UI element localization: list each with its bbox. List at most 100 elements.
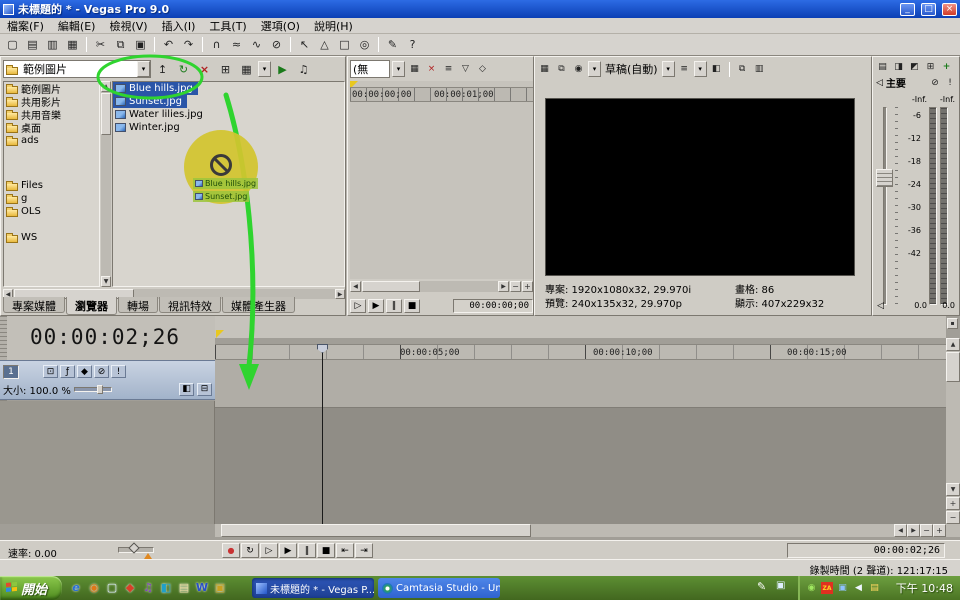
views-icon[interactable]: ▦ bbox=[237, 61, 256, 78]
open-icon[interactable]: ▤ bbox=[23, 36, 42, 53]
remove-media-icon[interactable]: × bbox=[424, 62, 439, 76]
whats-this-help-icon[interactable]: ? bbox=[403, 36, 422, 53]
track-motion-icon[interactable]: ⊡ bbox=[43, 365, 58, 378]
scroll-left-icon[interactable]: ◀ bbox=[350, 281, 361, 292]
sort-icon[interactable]: ≡ bbox=[441, 62, 456, 76]
delete-icon[interactable]: × bbox=[195, 61, 214, 78]
current-time-display[interactable]: 00:00:02;26 bbox=[30, 325, 180, 349]
enable-snapping-icon[interactable]: ∩ bbox=[207, 36, 226, 53]
tree-item[interactable]: WS bbox=[4, 231, 99, 244]
timeline-h-scrollbar[interactable]: ◀ ▶ − + bbox=[215, 524, 946, 537]
menu-help[interactable]: 說明(H) bbox=[307, 17, 360, 35]
undo-icon[interactable]: ↶ bbox=[159, 36, 178, 53]
scrollbar-thumb[interactable] bbox=[101, 93, 111, 135]
track-number-badge[interactable]: 1 bbox=[3, 365, 19, 379]
file-item[interactable]: Water lilies.jpg bbox=[113, 108, 344, 121]
chevron-down-icon[interactable] bbox=[392, 61, 405, 77]
menu-view[interactable]: 檢視(V) bbox=[102, 17, 154, 35]
master-fader-handle[interactable] bbox=[876, 169, 893, 187]
start-preview-icon[interactable]: ▶ bbox=[273, 61, 292, 78]
quicklaunch-ie-icon[interactable]: e bbox=[68, 578, 84, 596]
tree-item[interactable]: Files bbox=[4, 179, 99, 192]
tree-item[interactable]: g bbox=[4, 192, 99, 205]
quicklaunch-firefox-icon[interactable]: ◆ bbox=[122, 578, 138, 596]
media-properties-icon[interactable]: ▦ bbox=[407, 62, 422, 76]
menu-insert[interactable]: 插入(I) bbox=[155, 17, 203, 35]
tree-scrollbar[interactable]: ▲ ▼ bbox=[101, 81, 111, 287]
split-screen-icon[interactable]: ◧ bbox=[709, 62, 724, 76]
zoom-in-icon[interactable]: + bbox=[522, 281, 533, 292]
ignore-event-grouping-icon[interactable]: ⊘ bbox=[267, 36, 286, 53]
chevron-down-icon[interactable] bbox=[662, 61, 675, 77]
tray-zonealarm-icon[interactable]: ZA bbox=[821, 582, 833, 594]
tab-video-fx[interactable]: 視訊特效 bbox=[159, 297, 221, 313]
tree-item[interactable]: ads bbox=[4, 134, 99, 147]
bus-solo-button[interactable]: ! bbox=[944, 76, 956, 90]
quicklaunch-music-icon[interactable]: ♫ bbox=[140, 578, 156, 596]
timeline-empty-space[interactable] bbox=[215, 408, 946, 524]
track-level-slider[interactable] bbox=[74, 387, 112, 392]
scrollbar-thumb[interactable] bbox=[946, 352, 960, 382]
file-item[interactable]: Winter.jpg bbox=[113, 121, 344, 134]
tree-item[interactable]: 共用音樂 bbox=[4, 108, 99, 121]
mute-button[interactable]: ⊘ bbox=[94, 365, 109, 378]
tray-clock[interactable]: 下午 10:48 bbox=[896, 580, 953, 596]
scrollbar-thumb[interactable] bbox=[362, 281, 420, 292]
quicklaunch-messenger-icon[interactable]: ◧ bbox=[158, 578, 174, 596]
preview-quality-dropdown[interactable]: 草稿(自動) bbox=[603, 61, 660, 77]
trimmer-ruler[interactable]: 00:00:00;00 00:00:01;00 bbox=[350, 87, 533, 102]
close-button[interactable]: × bbox=[942, 3, 957, 16]
views-chevron-icon[interactable] bbox=[258, 61, 271, 77]
slider-thumb[interactable] bbox=[97, 385, 103, 394]
project-properties-icon[interactable]: ▦ bbox=[63, 36, 82, 53]
bus-mute-button[interactable]: ⊘ bbox=[929, 76, 941, 90]
play-button[interactable]: ▶ bbox=[279, 543, 297, 558]
trimmer-pause-button[interactable]: ‖ bbox=[386, 299, 402, 313]
file-item[interactable]: Blue hills.jpg bbox=[113, 82, 198, 95]
play-from-start-button[interactable]: ▷ bbox=[260, 543, 278, 558]
insert-marker-icon[interactable]: ▽ bbox=[458, 62, 473, 76]
menu-file[interactable]: 檔案(F) bbox=[0, 17, 51, 35]
tab-project-media[interactable]: 專案媒體 bbox=[3, 297, 65, 313]
compositing-child-icon[interactable]: ⊟ bbox=[197, 383, 212, 396]
language-pen-icon[interactable]: ✎ bbox=[757, 580, 766, 593]
fader-groove[interactable] bbox=[883, 107, 887, 305]
trimmer-history-combo[interactable]: (無 bbox=[350, 60, 390, 78]
trimmer-stop-button[interactable]: ■ bbox=[404, 299, 420, 313]
taskbar-task-camtasia[interactable]: Camtasia Studio - Unti... bbox=[378, 578, 500, 598]
composite-mode-icon[interactable]: ◧ bbox=[179, 383, 194, 396]
paste-icon[interactable]: ▣ bbox=[131, 36, 150, 53]
quicklaunch-word-icon[interactable]: W bbox=[194, 578, 210, 596]
tab-media-generators[interactable]: 媒體產生器 bbox=[222, 297, 295, 313]
scroll-right-icon[interactable]: ▶ bbox=[498, 281, 509, 292]
trimmer-h-scrollbar[interactable]: ◀ ▶ − + bbox=[350, 281, 533, 292]
dim-output-icon[interactable]: ◩ bbox=[907, 60, 922, 74]
project-video-properties-icon[interactable]: ▦ bbox=[537, 62, 552, 76]
project-marker-icon[interactable] bbox=[216, 330, 224, 338]
redo-icon[interactable]: ↷ bbox=[179, 36, 198, 53]
zoom-out-vertical-icon[interactable]: − bbox=[946, 511, 960, 524]
scroll-down-icon[interactable]: ▼ bbox=[946, 483, 960, 496]
scroll-up-icon[interactable]: ▲ bbox=[946, 338, 960, 351]
pause-button[interactable]: ‖ bbox=[298, 543, 316, 558]
copy-frame-icon[interactable]: ⧉ bbox=[735, 62, 750, 76]
chevron-down-icon[interactable] bbox=[588, 61, 601, 77]
timeline-v-scrollbar[interactable]: ▲ ▼ + − bbox=[946, 338, 960, 524]
tray-update-icon[interactable]: ▣ bbox=[836, 582, 849, 595]
go-to-end-button[interactable]: ⇥ bbox=[355, 543, 373, 558]
new-folder-icon[interactable]: ⊞ bbox=[216, 61, 235, 78]
quicklaunch-media-player-icon[interactable]: ◉ bbox=[86, 578, 102, 596]
scroll-left-icon[interactable]: ◀ bbox=[894, 524, 907, 537]
scroll-right-icon[interactable]: ▶ bbox=[907, 524, 920, 537]
trimmer-workspace[interactable] bbox=[350, 102, 533, 279]
edit-details-icon[interactable]: ✎ bbox=[383, 36, 402, 53]
selection-edit-tool-icon[interactable]: □ bbox=[335, 36, 354, 53]
chevron-down-icon[interactable] bbox=[694, 61, 707, 77]
menu-tools[interactable]: 工具(T) bbox=[202, 17, 253, 35]
loop-playback-button[interactable]: ↻ bbox=[241, 543, 259, 558]
folder-combo[interactable]: 範例圖片 bbox=[3, 60, 151, 78]
stop-button[interactable]: ■ bbox=[317, 543, 335, 558]
quicklaunch-show-desktop-icon[interactable]: ▢ bbox=[104, 578, 120, 596]
save-frame-icon[interactable]: ▥ bbox=[752, 62, 767, 76]
tray-display-icon[interactable]: ▤ bbox=[868, 582, 881, 595]
